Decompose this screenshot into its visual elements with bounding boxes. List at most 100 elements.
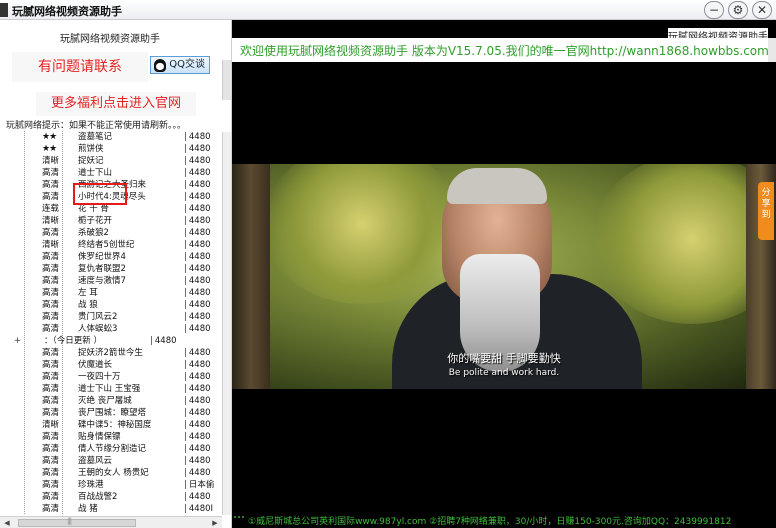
subtitle-english: Be polite and work hard. [448,368,560,378]
video-count: 4480 [184,155,211,167]
qq-chat-label: QQ交谈 [169,59,205,70]
quality-tag: 高清 [42,492,60,502]
tree-item[interactable]: 清晰 终结者5创世纪 4480 [0,239,220,251]
official-site-link[interactable]: 更多福利点击进入官网 [36,92,196,116]
video-title: 倩人节缘分割造记 [78,444,147,454]
tree-item[interactable]: 高清 丧尸围城：瞭望塔 4480 [0,407,220,419]
video-title: 碟中谍5：神秘国度 [78,420,152,430]
quality-tag: 高清 [42,480,60,490]
tree-item[interactable]: 清晰 捉妖记 4480 [0,155,220,167]
banner-text: 欢迎使用玩腻网络视频资源助手 版本为V15.7.05.我们的唯一官网http:/… [240,44,776,58]
minimize-button[interactable]: − [704,1,724,19]
quality-tag: ★★ [42,132,57,142]
window-title: 玩腻网络视频资源助手 [12,5,122,18]
tree-item[interactable]: 高清 捉妖济2箭世今生 4480 [0,347,220,359]
quality-tag: 高清 [42,252,60,262]
banner-scrollbar[interactable] [222,60,231,100]
tree-item[interactable]: 高清 百战战警2 4480 [0,491,220,503]
tree-item[interactable]: 高清 战 猪 4480I [0,503,220,514]
video-count: 4480 [184,323,211,335]
video-count: 4480 [184,311,211,323]
video-count: 4480 [184,287,211,299]
tree-item[interactable]: 高清 侏罗纪世界4 4480 [0,251,220,263]
tree-horizontal-scrollbar[interactable]: ◀ ▶ [0,516,222,528]
tree-item[interactable]: 高清 盗墓风云 4480 [0,455,220,467]
video-title: 一夜四十万 [78,372,121,382]
video-count: 4480 [184,131,211,143]
scroll-left-icon[interactable]: ◀ [2,518,12,528]
video-title: 杀破狼2 [78,228,109,238]
video-title: 侏罗纪世界4 [78,252,126,262]
settings-button[interactable]: ⚙ [728,1,748,19]
tree-item[interactable]: 高清 灭绝 丧尸屠城 4480 [0,395,220,407]
video-title: 珍珠港 [78,480,104,490]
quality-tag: 高清 [42,360,60,370]
scroll-thumb[interactable] [18,517,136,527]
category-label: ：（今日更新 ） [44,336,102,346]
video-player[interactable]: 你的嘴要甜 手脚要勤快 Be polite and work hard. [232,164,776,389]
left-panel: 玩腻网络视频资源助手 有问题请联系 QQ交谈 更多福利点击进入官网 玩腻网络提示… [0,20,232,528]
share-button[interactable]: 分享到 [758,182,774,240]
tree-item[interactable]: 高清 战 狼 4480 [0,299,220,311]
tree-vertical-scrollbar[interactable] [222,132,231,515]
video-title: 速度与激情7 [78,276,126,286]
tree-category[interactable]: + ：（今日更新 ） 4480 [0,335,220,347]
sidebar-title: 玩腻网络视频资源助手 [60,34,160,45]
quality-tag: 高清 [42,180,60,190]
contact-link[interactable]: 有问题请联系 [12,52,148,82]
bottom-ticker[interactable]: ①威尼斯城总公司英利国际www.987yl.com ②招聘7种网络兼职，30/小… [232,512,776,528]
video-count: 4480 [184,395,211,407]
video-count: 4480 [184,179,211,191]
welcome-banner[interactable]: 欢迎使用玩腻网络视频资源助手 版本为V15.7.05.我们的唯一官网http:/… [232,38,776,62]
video-count: 4480 [184,191,211,203]
title-bar: 玩腻网络视频资源助手 − ⚙ ✕ [0,0,776,20]
scroll-right-icon[interactable]: ▶ [210,518,220,528]
tree-item[interactable]: 清晰 碟中谍5：神秘国度 4480 [0,419,220,431]
video-title: 复仇者联盟2 [78,264,126,274]
tree-item[interactable]: 清晰 栀子花开 4480 [0,215,220,227]
foliage-bg [262,164,462,304]
close-button[interactable]: ✕ [752,1,772,19]
video-count: 4480 [184,467,211,479]
subtitle-chinese: 你的嘴要甜 手脚要勤快 [447,352,561,365]
video-count: 4480 [184,491,211,503]
ticker-icon [234,516,244,524]
ticker-text: ①威尼斯城总公司英利国际www.987yl.com ②招聘7种网络兼职，30/小… [248,517,732,527]
tree-item[interactable]: 高清 人体蜈蚣3 4480 [0,323,220,335]
expand-icon[interactable]: + [14,335,21,347]
quality-tag: 高清 [42,192,60,202]
quality-tag: 高清 [42,168,60,178]
quality-tag: 高清 [42,456,60,466]
video-count: 4480 [184,143,211,155]
tree-item[interactable]: 高清 贵门风云2 4480 [0,311,220,323]
video-title: 百战战警2 [78,492,118,502]
tree-item[interactable]: 高清 王朝的女人 杨贵妃 4480 [0,467,220,479]
tree-item[interactable]: 高清 速度与激情7 4480 [0,275,220,287]
tree-item[interactable]: 高清 伏魔道长 4480 [0,359,220,371]
video-count: 4480 [184,215,211,227]
banner-scrollbar[interactable] [768,38,776,62]
tree-item[interactable]: ★★ 煎饼侠 4480 [0,143,220,155]
main-panel: 玩腻网络视频资源助手 欢迎使用玩腻网络视频资源助手 版本为V15.7.05.我们… [232,20,776,528]
quality-tag: 高清 [42,300,60,310]
hair-figure [447,168,547,204]
video-count: 4480 [184,347,211,359]
tree-item[interactable]: 高清 左 耳 4480 [0,287,220,299]
tree-item[interactable]: 高清 复仇者联盟2 4480 [0,263,220,275]
tree-item[interactable]: 高清 杀破狼2 4480 [0,227,220,239]
video-title: 贴身情保镖 [78,432,121,442]
quality-tag: 高清 [42,504,60,514]
quality-tag: 高清 [42,468,60,478]
tree-item[interactable]: 高清 一夜四十万 4480 [0,371,220,383]
video-count: 4480 [184,419,211,431]
tree-item[interactable]: 高清 道士下山 王宝强 4480 [0,383,220,395]
tree-item[interactable]: 高清 道士下山 4480 [0,167,220,179]
quality-tag: 连载 [42,204,60,214]
tree-item[interactable]: ★★ 盗墓笔记 4480 [0,131,220,143]
video-count: 4480 [184,227,211,239]
video-count: 4480 [184,371,211,383]
tree-item[interactable]: 高清 珍珠港 日本偷 [0,479,220,491]
qq-chat-button[interactable]: QQ交谈 [150,56,210,74]
tree-item[interactable]: 高清 倩人节缘分割造记 4480 [0,443,220,455]
tree-item[interactable]: 高清 贴身情保镖 4480 [0,431,220,443]
